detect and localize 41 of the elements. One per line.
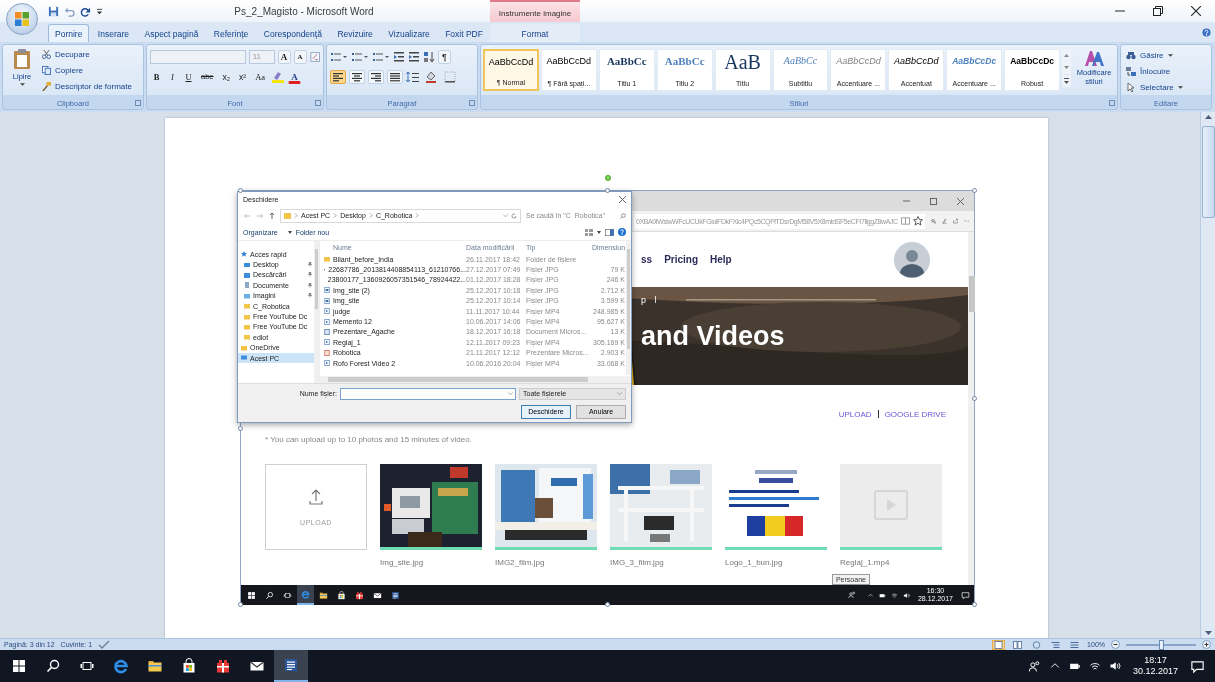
file-caption: Reglaj_1.mp4 bbox=[840, 558, 891, 567]
nav-link[interactable]: Pricing bbox=[664, 254, 699, 265]
file-caption: Img_site.jpg bbox=[380, 558, 425, 567]
clock-time: 18:17 bbox=[1144, 655, 1167, 666]
ribbon-tab[interactable]: Referințe bbox=[206, 24, 256, 42]
file-caption: IMG_3_film.jpg bbox=[610, 558, 665, 567]
font-color-button[interactable]: A bbox=[288, 70, 302, 84]
ribbon-button[interactable]: Înlocuire bbox=[1126, 65, 1206, 78]
format-button[interactable]: B bbox=[150, 70, 163, 84]
ribbon-button[interactable]: Descriptor de formate bbox=[42, 80, 132, 93]
ribbon-button[interactable]: Copiere bbox=[42, 64, 132, 77]
format-button[interactable]: x² bbox=[236, 70, 250, 84]
format-button[interactable]: U bbox=[182, 70, 195, 84]
file-caption: Logo_1_bun.jpg bbox=[725, 558, 784, 567]
ribbon-button[interactable]: Găsire bbox=[1126, 49, 1206, 62]
upload-link[interactable]: UPLOAD bbox=[838, 409, 872, 419]
upload-link[interactable]: GOOGLE DRIVE bbox=[884, 409, 946, 419]
hero-headline: and Videos bbox=[641, 321, 785, 352]
ribbon-tab[interactable]: Aspect pagină bbox=[137, 24, 206, 42]
context-tab-group: Instrumente imagine bbox=[490, 0, 580, 22]
ribbon-button[interactable]: Decupare bbox=[42, 48, 132, 61]
format-button[interactable]: I bbox=[166, 70, 179, 84]
ribbon-button[interactable]: Selectare bbox=[1126, 81, 1206, 94]
format-button[interactable]: x₂ bbox=[219, 70, 234, 84]
ribbon-tab[interactable]: Inserare bbox=[90, 24, 137, 42]
nav-link[interactable]: ss bbox=[641, 254, 653, 265]
clock-date: 30.12.2017 bbox=[1132, 666, 1178, 677]
ribbon-tab[interactable]: Vizualizare bbox=[381, 24, 437, 42]
ribbon-tab[interactable]: Revizuire bbox=[330, 24, 380, 42]
font-size-button[interactable]: A bbox=[277, 50, 291, 64]
ribbon-tab[interactable]: Foxit PDF bbox=[438, 24, 490, 42]
nav-link[interactable]: Help bbox=[710, 254, 732, 265]
show-marks-button[interactable]: ¶ bbox=[438, 50, 451, 64]
file-caption: IMG2_film.jpg bbox=[495, 558, 546, 567]
format-button[interactable]: Aa bbox=[252, 70, 269, 84]
ribbon-tab[interactable]: Pornire bbox=[48, 24, 90, 42]
ribbon-tab[interactable]: Corespondență bbox=[256, 24, 329, 42]
upload-note: * You can upload up to 10 photos and 15 minutes of video. bbox=[265, 434, 473, 446]
ribbon-tab[interactable]: Format bbox=[490, 24, 580, 42]
hero-eyebrow: p l bbox=[641, 295, 660, 305]
window-title: Ps_2_Magisto - Microsoft Word bbox=[233, 5, 375, 17]
